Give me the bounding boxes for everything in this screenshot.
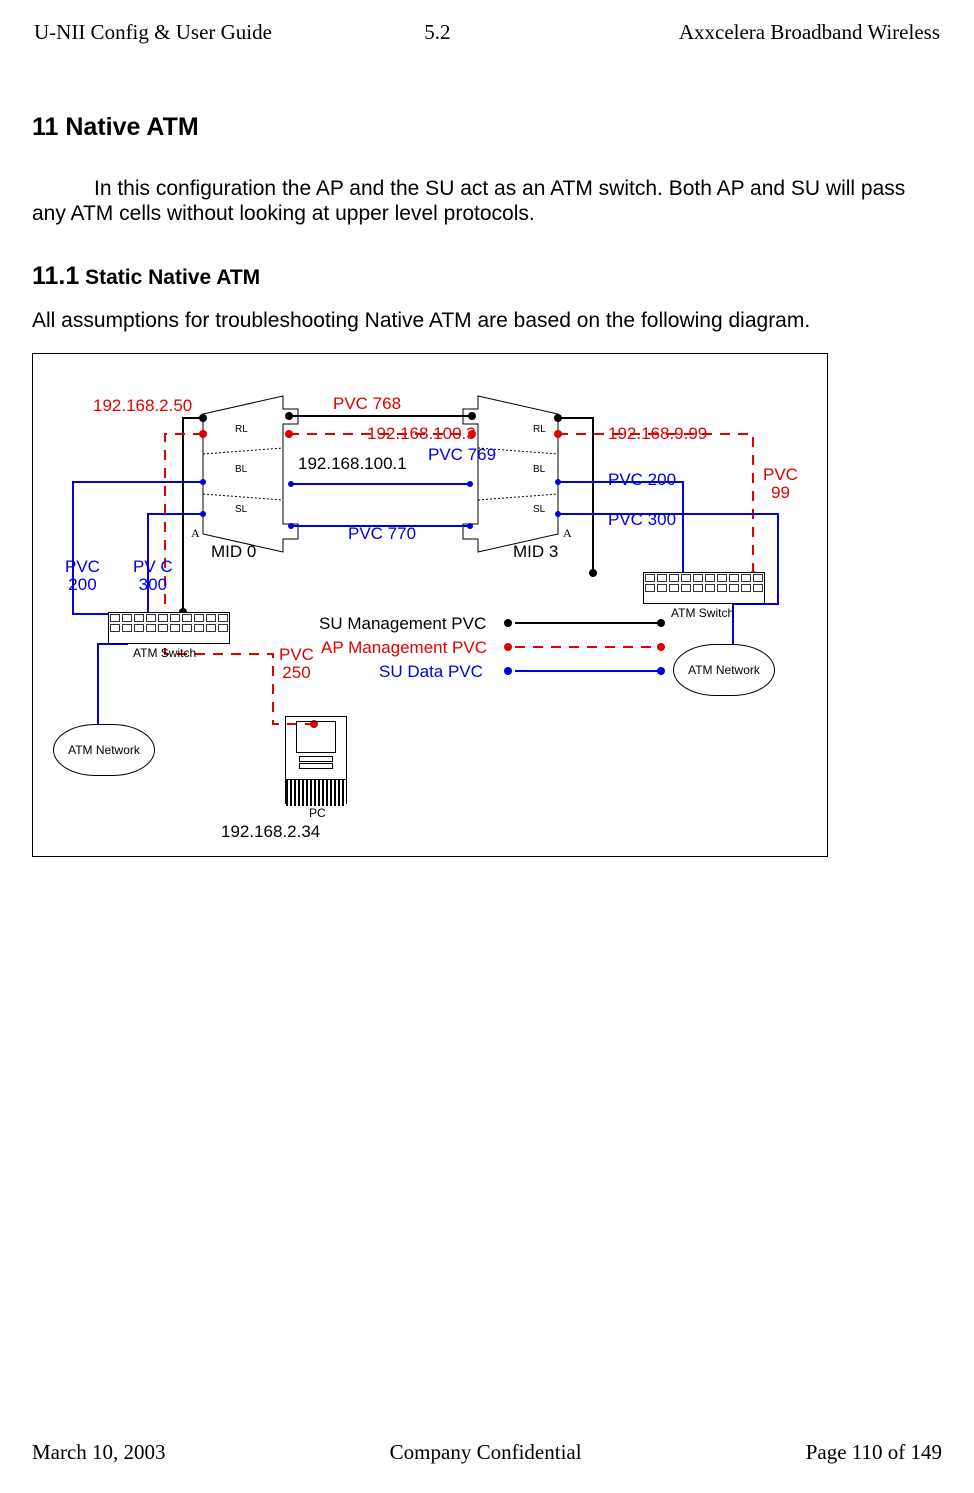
pc-tower <box>285 716 347 804</box>
label-bl-right: BL <box>533 464 545 475</box>
atm-network-right: ATM Network <box>673 644 775 696</box>
pvc-200-right: PVC 200 <box>608 470 676 490</box>
header-right: Axxcelera Broadband Wireless <box>679 20 940 45</box>
label-bl-left: BL <box>235 464 247 475</box>
label-sl-left: SL <box>235 504 247 515</box>
legend-su-mgmt: SU Management PVC <box>319 614 486 634</box>
heading-11-1-text: Static Native ATM <box>85 266 260 289</box>
legend-su-data: SU Data PVC <box>379 662 483 682</box>
pvc-300-right: PVC 300 <box>608 510 676 530</box>
pvc-300-left: PV C300 <box>133 558 173 594</box>
heading-11-1: 11.1 Static Native ATM <box>32 262 942 291</box>
pvc-200-left: PVC200 <box>65 558 100 594</box>
atm-network-left: ATM Network <box>53 724 155 776</box>
pc-ip: 192.168.2.34 <box>221 822 320 842</box>
label-rl-right: RL <box>533 424 546 435</box>
header-center: 5.2 <box>424 20 450 45</box>
page-header: U-NII Config & User Guide 5.2 Axxcelera … <box>32 20 942 47</box>
footer-confidential: Company Confidential <box>390 1440 582 1465</box>
pvc-250: PVC250 <box>279 646 314 682</box>
label-sl-right: SL <box>533 504 545 515</box>
paragraph-intro: In this configuration the AP and the SU … <box>32 176 942 226</box>
ip-su-left: 192.168.100.1 <box>298 454 407 474</box>
paragraph-intro-text: In this configuration the AP and the SU … <box>32 177 905 225</box>
ip-ap: 192.168.2.50 <box>93 396 192 416</box>
network-diagram: RL BL SL A RL BL SL A 192.168.2.50 PVC 7… <box>32 353 828 857</box>
pvc-769: PVC 769 <box>428 446 496 464</box>
paragraph-assumptions: All assumptions for troubleshooting Nati… <box>32 309 942 333</box>
pc-label: PC <box>309 806 326 820</box>
label-rl-left: RL <box>235 424 248 435</box>
pvc-768: PVC 768 <box>333 394 401 414</box>
mid-0: MID 0 <box>211 542 256 562</box>
pvc-99: PVC99 <box>763 466 798 502</box>
atm-switch-left-label: ATM Switch <box>133 646 196 660</box>
ip-right: 192.168.9.99 <box>608 424 707 444</box>
pvc-770: PVC 770 <box>348 524 416 544</box>
atm-switch-right <box>643 572 765 604</box>
footer-page: Page 110 of 149 <box>806 1440 942 1465</box>
footer-date: March 10, 2003 <box>32 1440 166 1465</box>
label-A-left: A <box>191 526 200 541</box>
header-left: U-NII Config & User Guide <box>34 20 272 45</box>
legend-ap-mgmt: AP Management PVC <box>321 638 487 658</box>
heading-11-1-number: 11.1 <box>32 262 79 290</box>
heading-11: 11 Native ATM <box>32 113 942 142</box>
mid-3: MID 3 <box>513 542 558 562</box>
atm-switch-left <box>108 612 230 644</box>
page-footer: March 10, 2003 Company Confidential Page… <box>32 1440 942 1465</box>
label-A-right: A <box>563 526 572 541</box>
ip-su: 192.168.100.3 <box>367 424 476 444</box>
atm-switch-right-label: ATM Switch <box>671 606 734 620</box>
